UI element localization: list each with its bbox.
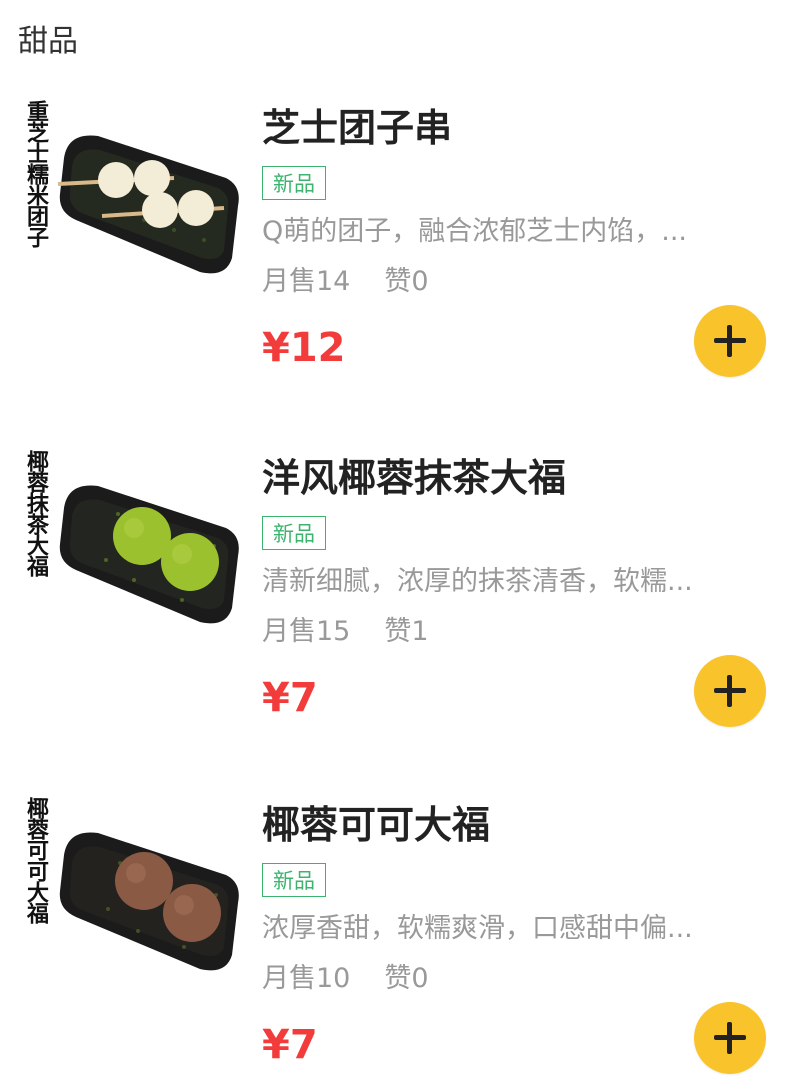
monthly-sales: 月售10 — [262, 963, 351, 994]
product-image-label: 椰蓉可可大福 — [23, 797, 49, 923]
menu-item[interactable]: 重芝士糯米团子 芝士团子串 新品 Q萌的团子，融合浓郁芝士内馅，... 月售14… — [0, 100, 800, 420]
menu-item[interactable]: 椰蓉可可大福 椰蓉可可大福 新品 浓厚香甜，软糯爽滑，口感甜中偏... 月售10… — [0, 797, 800, 1089]
product-description: 浓厚香甜，软糯爽滑，口感甜中偏... — [262, 913, 693, 944]
likes-count: 赞1 — [384, 616, 429, 647]
new-badge: 新品 — [262, 166, 326, 200]
matcha-daifuku-image — [59, 485, 239, 624]
product-description: Q萌的团子，融合浓郁芝士内馅，... — [262, 216, 687, 247]
add-to-cart-button[interactable] — [694, 1002, 766, 1074]
product-price: ¥12 — [262, 325, 346, 371]
dango-ball — [134, 160, 170, 196]
product-stats: 月售15 赞1 — [262, 612, 429, 652]
product-image[interactable]: 椰蓉抹茶大福 — [18, 450, 240, 626]
product-name[interactable]: 椰蓉可可大福 — [262, 797, 490, 853]
monthly-sales: 月售14 — [262, 266, 351, 297]
likes-count: 赞0 — [384, 963, 429, 994]
product-description: 清新细腻，浓厚的抹茶清香，软糯... — [262, 566, 693, 597]
dango-ball — [142, 192, 178, 228]
menu-item[interactable]: 椰蓉抹茶大福 洋风椰蓉抹茶大福 新品 清新细腻，浓厚的抹茶清香，软糯... 月售… — [0, 450, 800, 770]
product-image-label: 椰蓉抹茶大福 — [23, 450, 49, 576]
product-name[interactable]: 芝士团子串 — [262, 100, 452, 156]
menu-page: 甜品 重芝士糯米团子 芝士团子串 新品 Q萌的团子，融合浓郁芝士内馅，... 月… — [0, 0, 800, 1089]
likes-count: 赞0 — [384, 266, 429, 297]
product-price: ¥7 — [262, 675, 318, 721]
category-title: 甜品 — [18, 24, 78, 59]
daifuku-ball — [161, 533, 219, 591]
new-badge: 新品 — [262, 863, 326, 897]
product-image-label: 重芝士糯米团子 — [23, 100, 49, 247]
product-stats: 月售14 赞0 — [262, 262, 429, 302]
product-price: ¥7 — [262, 1022, 318, 1068]
daifuku-ball — [163, 884, 221, 942]
add-to-cart-button[interactable] — [694, 655, 766, 727]
product-stats: 月售10 赞0 — [262, 959, 429, 999]
dango-skewer-image — [57, 135, 239, 274]
cocoa-daifuku-image — [59, 832, 239, 971]
add-to-cart-button[interactable] — [694, 305, 766, 377]
product-name[interactable]: 洋风椰蓉抹茶大福 — [262, 450, 566, 506]
product-image[interactable]: 重芝士糯米团子 — [18, 100, 240, 276]
product-image[interactable]: 椰蓉可可大福 — [18, 797, 240, 973]
monthly-sales: 月售15 — [262, 616, 351, 647]
dango-ball — [178, 190, 214, 226]
daifuku-ball — [115, 852, 173, 910]
new-badge: 新品 — [262, 516, 326, 550]
dango-ball — [98, 162, 134, 198]
